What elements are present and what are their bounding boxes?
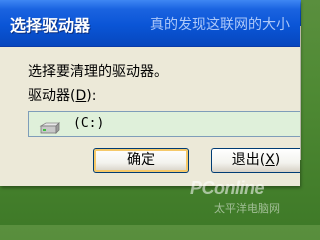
selected-drive-value: (C:)	[73, 116, 105, 131]
ok-button-label: 确定	[127, 152, 155, 168]
drives-access-key: D	[75, 88, 87, 104]
drives-label-text: 驱动器	[28, 88, 70, 104]
dialog-title: 选择驱动器	[10, 16, 91, 35]
hard-drive-icon	[39, 119, 61, 134]
drive-select[interactable]: (C:)	[28, 111, 300, 137]
watermark-subtitle: 太平洋电脑网	[214, 202, 280, 215]
dialog-prompt: 选择要清理的驱动器。	[28, 64, 168, 80]
select-drive-dialog: 选择驱动器 真的发现这联网的大小 选择要清理的驱动器。 驱动器(D): (C:)…	[0, 0, 300, 186]
drives-label: 驱动器(D):	[28, 88, 97, 104]
drives-label-suffix: ):	[86, 88, 97, 104]
ok-button[interactable]: 确定	[93, 148, 189, 173]
watermark-brand: PConline	[190, 178, 265, 198]
exit-button-label: 退出	[231, 152, 260, 168]
dialog-body: 选择要清理的驱动器。 驱动器(D): (C:) 确定 退出(X)	[0, 47, 300, 186]
exit-access-key: X	[265, 152, 275, 168]
exit-button[interactable]: 退出(X)	[211, 148, 300, 173]
background-window-title: 真的发现这联网的大小	[150, 17, 290, 33]
dialog-titlebar[interactable]: 选择驱动器 真的发现这联网的大小	[0, 0, 300, 47]
